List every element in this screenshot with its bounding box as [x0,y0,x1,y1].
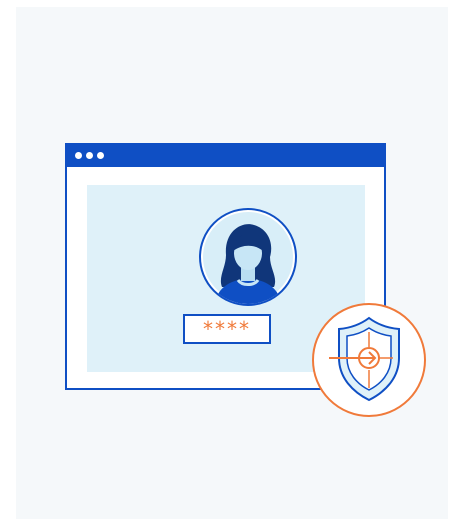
user-avatar-icon [199,208,297,306]
shield-login-icon [312,303,426,417]
password-field[interactable]: **** [183,314,271,344]
window-titlebar [67,145,384,167]
window-dot-3[interactable] [97,152,104,159]
password-mask: **** [203,317,251,341]
window-dot-2[interactable] [86,152,93,159]
window-dot-1[interactable] [75,152,82,159]
